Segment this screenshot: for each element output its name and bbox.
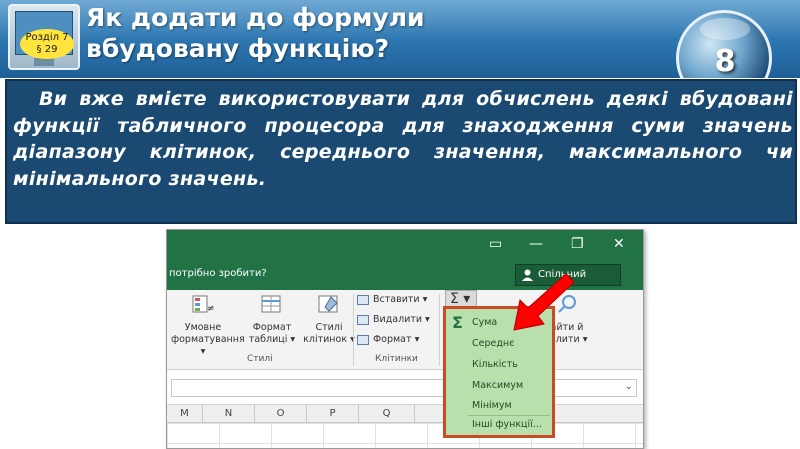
format-button[interactable]: Формат ▾ xyxy=(357,334,419,345)
cell-styles-button[interactable]: Стилі клітинок ▾ xyxy=(303,294,355,346)
conditional-format-label1: Умовне xyxy=(184,322,222,333)
format-table-icon xyxy=(261,295,281,313)
conditional-format-label2: форматування ▾ xyxy=(171,334,245,357)
format-table-label1: Формат xyxy=(252,322,292,333)
grade-number: 8 xyxy=(714,44,736,78)
column-header[interactable]: N xyxy=(203,405,255,423)
delete-icon xyxy=(357,314,369,325)
ribbon-separator xyxy=(353,294,354,366)
section-badge-paragraph: § 29 xyxy=(36,44,58,55)
slide-title: Як додати до формули вбудовану функцію? xyxy=(86,2,425,64)
sigma-icon: Σ xyxy=(452,313,463,332)
monitor-stand xyxy=(34,58,54,66)
menu-item-average[interactable]: Середнє xyxy=(472,338,514,349)
restore-icon[interactable]: ❐ xyxy=(571,236,584,252)
formula-bar: ⌄ xyxy=(167,371,643,405)
format-table-label2: таблиці ▾ xyxy=(248,334,296,345)
menu-item-sum[interactable]: Сума xyxy=(472,317,497,328)
excel-screenshot: ▭ — ❐ ✕ потрібно зробити? Спільний досту… xyxy=(166,229,644,449)
insert-button[interactable]: Вставити ▾ xyxy=(357,294,427,305)
close-icon[interactable]: ✕ xyxy=(613,236,625,252)
excel-titlebar: ▭ — ❐ ✕ xyxy=(167,230,643,260)
column-header[interactable]: Q xyxy=(359,405,415,423)
red-arrow-icon xyxy=(513,273,575,331)
slide-title-line1: Як додати до формули xyxy=(86,3,425,32)
minimize-icon[interactable]: — xyxy=(529,236,543,252)
cell-styles-label2: клітинок ▾ xyxy=(303,334,355,345)
column-header[interactable]: M xyxy=(167,405,203,423)
format-label: Формат ▾ xyxy=(373,334,420,345)
styles-group-label: Стилі xyxy=(247,354,273,364)
delete-button[interactable]: Видалити ▾ xyxy=(357,314,430,325)
text-panel: Ви вже вмієте використовувати для обчисл… xyxy=(5,79,797,224)
formula-input[interactable] xyxy=(171,379,637,397)
slide-title-line2: вбудовану функцію? xyxy=(86,34,390,63)
conditional-format-icon: ≠ xyxy=(192,295,215,314)
ribbon-display-icon[interactable]: ▭ xyxy=(489,236,502,252)
sheet-grid[interactable] xyxy=(167,423,643,448)
menu-item-more-functions[interactable]: Інші функції... xyxy=(472,419,542,430)
tell-me-input[interactable]: потрібно зробити? xyxy=(169,268,267,279)
menu-item-max[interactable]: Максимум xyxy=(472,380,523,391)
cell-styles-icon xyxy=(318,295,338,313)
column-headers: M N O P Q xyxy=(167,405,643,423)
globe-shine xyxy=(700,18,750,40)
format-table-button[interactable]: Формат таблиці ▾ xyxy=(243,294,301,346)
menu-item-count[interactable]: Кількість xyxy=(472,359,518,370)
section-badge-chapter: Розділ 7 xyxy=(25,32,69,43)
menu-item-min[interactable]: Мінімум xyxy=(472,400,512,411)
slide-header: Розділ 7 § 29 Як додати до формули вбудо… xyxy=(0,0,800,78)
cells-group-label: Клітинки xyxy=(375,354,418,364)
intro-text: Ви вже вмієте використовувати для обчисл… xyxy=(13,88,793,190)
column-header[interactable]: O xyxy=(255,405,307,423)
conditional-format-button[interactable]: ≠ Умовне форматування ▾ xyxy=(171,294,245,358)
section-badge: Розділ 7 § 29 xyxy=(20,29,74,59)
cell-styles-label1: Стилі xyxy=(315,322,343,333)
svg-text:≠: ≠ xyxy=(207,304,215,314)
menu-separator xyxy=(468,415,550,416)
ribbon-separator xyxy=(439,294,440,366)
format-icon xyxy=(357,334,369,345)
insert-icon xyxy=(357,294,369,305)
column-header[interactable]: P xyxy=(307,405,359,423)
delete-label: Видалити ▾ xyxy=(373,314,430,325)
insert-label: Вставити ▾ xyxy=(373,294,428,305)
chevron-down-icon[interactable]: ⌄ xyxy=(625,381,633,392)
